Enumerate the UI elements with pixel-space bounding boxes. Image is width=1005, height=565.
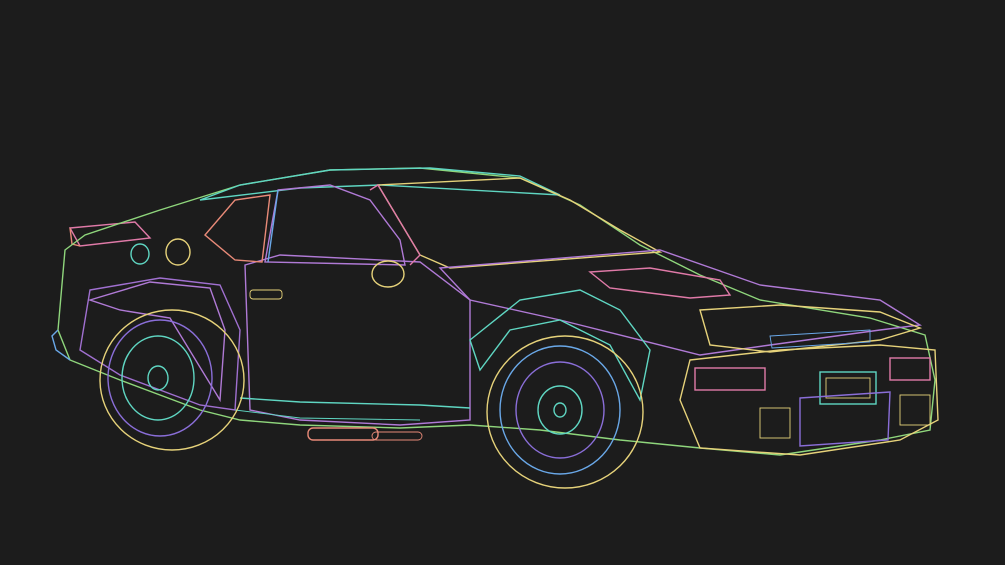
rear-vents	[130, 238, 191, 266]
rear-spoiler	[68, 221, 152, 247]
viewport	[0, 0, 1005, 565]
front-bumper	[679, 344, 939, 456]
rear-wheel-arch	[87, 281, 226, 403]
tail-edge	[51, 329, 71, 361]
rear-wheel	[99, 309, 245, 451]
front-wheel	[486, 335, 644, 489]
wireframe-car-render	[51, 167, 939, 489]
roof-and-glass	[199, 167, 663, 269]
side-exhaust	[307, 427, 423, 441]
door-handle	[249, 289, 283, 300]
